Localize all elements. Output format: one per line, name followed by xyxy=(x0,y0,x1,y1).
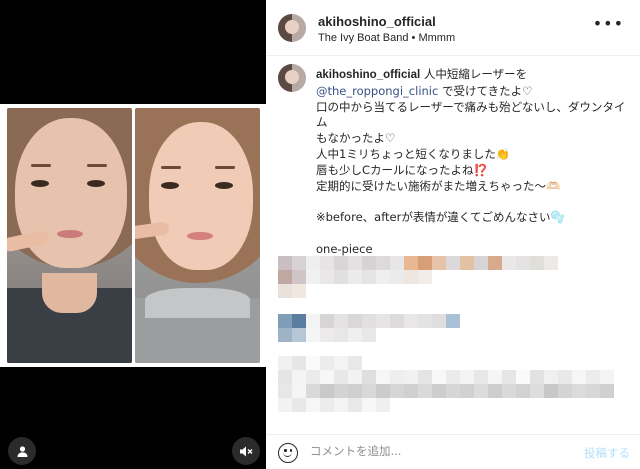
header-username[interactable]: akihoshino_official xyxy=(318,14,436,29)
post-header: akihoshino_official The Ivy Boat Band • … xyxy=(266,0,640,56)
caption-line: ※before、afterが表情が違くてごめんなさい🫧 xyxy=(316,210,565,225)
caption-line: 口の中から当てるレーザーで痛みも殆どないし、ダウンタイム xyxy=(316,99,626,130)
photo-collage xyxy=(0,104,266,367)
caption-username[interactable]: akihoshino_official xyxy=(316,69,420,81)
speaker-muted-icon[interactable] xyxy=(232,437,260,465)
caption-line: で受けてきたよ♡ xyxy=(438,83,533,98)
caption-line: 人中1ミリちょっと短くなりました👏 xyxy=(316,146,511,161)
blurred-comment xyxy=(278,256,558,270)
caption: akihoshino_official 人中短縮レーザーを @the_roppo… xyxy=(316,67,636,273)
blurred-comment xyxy=(278,398,390,412)
before-photo xyxy=(7,108,132,363)
blurred-comment xyxy=(278,356,362,370)
caption-line: 定期的に受けたい施術がまた増えちゃった〜🫶🏻 xyxy=(316,178,561,193)
blurred-comment xyxy=(278,314,460,328)
mention-link[interactable]: @the_roppongi_clinic xyxy=(316,84,438,98)
blurred-comment xyxy=(278,370,614,384)
caption-avatar[interactable] xyxy=(278,64,306,92)
caption-line: もなかったよ♡ xyxy=(316,131,396,146)
after-photo xyxy=(135,108,260,363)
comment-bar: 投稿する xyxy=(266,434,640,469)
comment-input[interactable] xyxy=(310,444,530,458)
blurred-comment xyxy=(278,384,614,398)
post-button[interactable]: 投稿する xyxy=(584,445,630,461)
blurred-comment xyxy=(278,328,376,342)
emoji-icon[interactable] xyxy=(278,443,298,463)
post-media[interactable] xyxy=(0,0,266,469)
more-horizontal-icon[interactable]: ••• xyxy=(593,14,624,33)
post-side-panel: akihoshino_official The Ivy Boat Band • … xyxy=(266,0,640,469)
blurred-comment xyxy=(278,270,432,284)
audio-track[interactable]: The Ivy Boat Band • Mmmm xyxy=(318,32,455,44)
blurred-comment xyxy=(278,284,306,298)
caption-line: 人中短縮レーザーを xyxy=(423,67,528,81)
user-icon[interactable] xyxy=(8,437,36,465)
caption-line: 唇も少しCカールになったよね⁉️ xyxy=(316,162,488,177)
avatar[interactable] xyxy=(278,14,306,42)
